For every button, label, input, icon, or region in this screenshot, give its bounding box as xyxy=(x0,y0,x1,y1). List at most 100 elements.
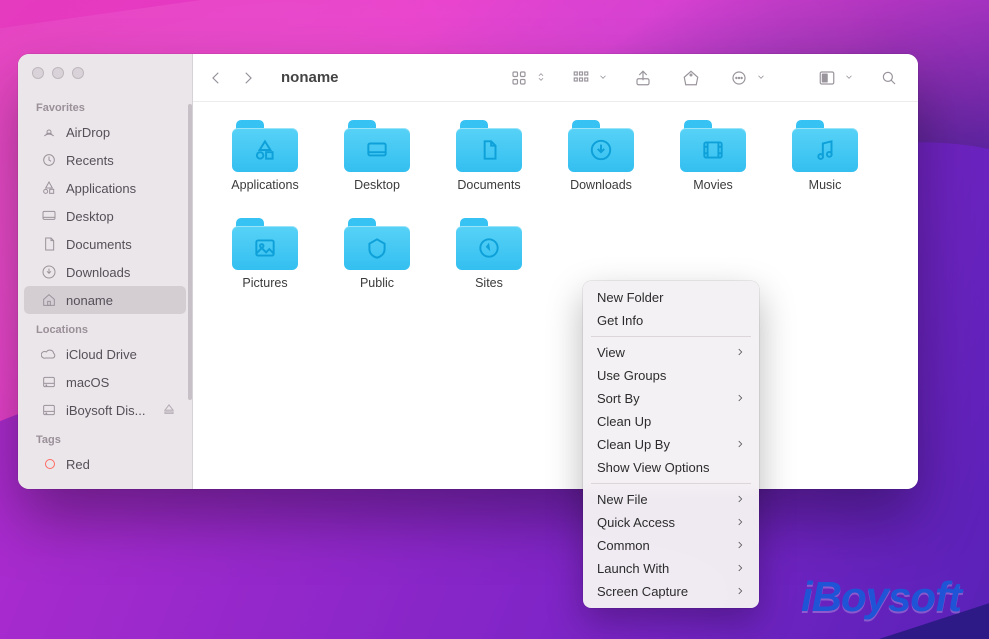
group-by-button[interactable] xyxy=(568,64,594,92)
context-menu-item-label: Quick Access xyxy=(597,515,675,530)
sidebar-item-documents[interactable]: Documents xyxy=(24,230,186,258)
window-minimize-button[interactable] xyxy=(52,67,64,79)
chevron-updown-icon xyxy=(536,70,546,85)
context-menu-separator xyxy=(591,483,751,484)
context-menu-item-label: Show View Options xyxy=(597,460,710,475)
window-zoom-button[interactable] xyxy=(72,67,84,79)
airdrop-icon xyxy=(40,123,58,141)
context-menu-item-new-folder[interactable]: New Folder xyxy=(583,286,759,309)
folder-icon xyxy=(680,120,746,172)
folder-item-music[interactable]: Music xyxy=(769,120,881,192)
sidebar-item-label: Applications xyxy=(66,181,136,196)
folder-label: Sites xyxy=(475,276,503,290)
eject-icon[interactable] xyxy=(162,402,176,419)
context-menu-item-label: View xyxy=(597,345,625,360)
search-button[interactable] xyxy=(876,64,902,92)
folder-item-public[interactable]: Public xyxy=(321,218,433,290)
folder-item-sites[interactable]: Sites xyxy=(433,218,545,290)
context-menu-item-label: Launch With xyxy=(597,561,669,576)
context-menu-item-clean-up-by[interactable]: Clean Up By xyxy=(583,433,759,456)
sidebar-item-icloud-drive[interactable]: iCloud Drive xyxy=(24,340,186,368)
sidebar-scrollbar[interactable] xyxy=(188,104,192,400)
folder-icon xyxy=(232,218,298,270)
folder-icon xyxy=(344,120,410,172)
context-menu-separator xyxy=(591,336,751,337)
context-menu-item-screen-capture[interactable]: Screen Capture xyxy=(583,580,759,603)
download-icon xyxy=(40,263,58,281)
folder-item-applications[interactable]: Applications xyxy=(209,120,321,192)
nav-forward-button[interactable] xyxy=(235,64,261,92)
disk-icon xyxy=(40,373,58,391)
chevron-down-icon xyxy=(756,70,766,85)
folder-item-pictures[interactable]: Pictures xyxy=(209,218,321,290)
toolbar-left-group xyxy=(506,64,766,92)
context-menu-item-show-view-options[interactable]: Show View Options xyxy=(583,456,759,479)
chevron-right-icon xyxy=(735,561,745,576)
view-icons-button[interactable] xyxy=(506,64,532,92)
folder-content[interactable]: Applications Desktop Documents Downloads Mov… xyxy=(193,102,918,489)
sidebar-item-label: Red xyxy=(66,457,90,472)
folder-item-downloads[interactable]: Downloads xyxy=(545,120,657,192)
share-button[interactable] xyxy=(630,64,656,92)
folder-label: Pictures xyxy=(242,276,287,290)
sidebar-item-label: iCloud Drive xyxy=(66,347,137,362)
tags-button[interactable] xyxy=(678,64,704,92)
preview-toggle-button[interactable] xyxy=(814,64,840,92)
sidebar-item-macos[interactable]: macOS xyxy=(24,368,186,396)
toolbar: noname xyxy=(193,54,918,102)
context-menu: New FolderGet InfoViewUse GroupsSort ByC… xyxy=(583,281,759,608)
watermark: iBoysoft xyxy=(801,573,961,621)
folder-label: Movies xyxy=(693,178,733,192)
sidebar-section-header: Tags xyxy=(18,430,192,450)
chevron-right-icon xyxy=(735,538,745,553)
chevron-right-icon xyxy=(735,584,745,599)
sidebar-item-label: Recents xyxy=(66,153,114,168)
main-panel: noname xyxy=(193,54,918,489)
sidebar-item-applications[interactable]: Applications xyxy=(24,174,186,202)
folder-title: noname xyxy=(281,69,339,86)
context-menu-item-get-info[interactable]: Get Info xyxy=(583,309,759,332)
context-menu-item-launch-with[interactable]: Launch With xyxy=(583,557,759,580)
folder-label: Music xyxy=(809,178,842,192)
chevron-down-icon xyxy=(598,70,608,85)
folder-icon xyxy=(232,120,298,172)
context-menu-item-quick-access[interactable]: Quick Access xyxy=(583,511,759,534)
context-menu-item-clean-up[interactable]: Clean Up xyxy=(583,410,759,433)
chevron-right-icon xyxy=(735,437,745,452)
sidebar-item-label: Downloads xyxy=(66,265,130,280)
sidebar-item-noname[interactable]: noname xyxy=(24,286,186,314)
context-menu-item-common[interactable]: Common xyxy=(583,534,759,557)
folder-icon xyxy=(344,218,410,270)
folder-icon xyxy=(456,120,522,172)
window-close-button[interactable] xyxy=(32,67,44,79)
sidebar-item-downloads[interactable]: Downloads xyxy=(24,258,186,286)
folder-label: Applications xyxy=(231,178,298,192)
context-menu-item-label: Screen Capture xyxy=(597,584,688,599)
chevron-right-icon xyxy=(735,345,745,360)
clock-icon xyxy=(40,151,58,169)
nav-back-button[interactable] xyxy=(203,64,229,92)
sidebar-item-iboysoft-dis-[interactable]: iBoysoft Dis... xyxy=(24,396,186,424)
sidebar-item-label: macOS xyxy=(66,375,109,390)
context-menu-item-view[interactable]: View xyxy=(583,341,759,364)
context-menu-item-new-file[interactable]: New File xyxy=(583,488,759,511)
context-menu-item-use-groups[interactable]: Use Groups xyxy=(583,364,759,387)
context-menu-item-label: Get Info xyxy=(597,313,643,328)
sidebar-item-desktop[interactable]: Desktop xyxy=(24,202,186,230)
folder-label: Downloads xyxy=(570,178,632,192)
folder-item-movies[interactable]: Movies xyxy=(657,120,769,192)
folder-label: Public xyxy=(360,276,394,290)
folder-item-desktop[interactable]: Desktop xyxy=(321,120,433,192)
context-menu-item-label: New Folder xyxy=(597,290,663,305)
context-menu-item-sort-by[interactable]: Sort By xyxy=(583,387,759,410)
sidebar-item-label: AirDrop xyxy=(66,125,110,140)
sidebar-item-recents[interactable]: Recents xyxy=(24,146,186,174)
sidebar-item-airdrop[interactable]: AirDrop xyxy=(24,118,186,146)
folder-item-documents[interactable]: Documents xyxy=(433,120,545,192)
desktop-icon xyxy=(40,207,58,225)
action-menu-button[interactable] xyxy=(726,64,752,92)
sidebar-item-label: iBoysoft Dis... xyxy=(66,403,145,418)
doc-icon xyxy=(40,235,58,253)
folder-label: Documents xyxy=(457,178,520,192)
sidebar-item-red[interactable]: Red xyxy=(24,450,186,478)
